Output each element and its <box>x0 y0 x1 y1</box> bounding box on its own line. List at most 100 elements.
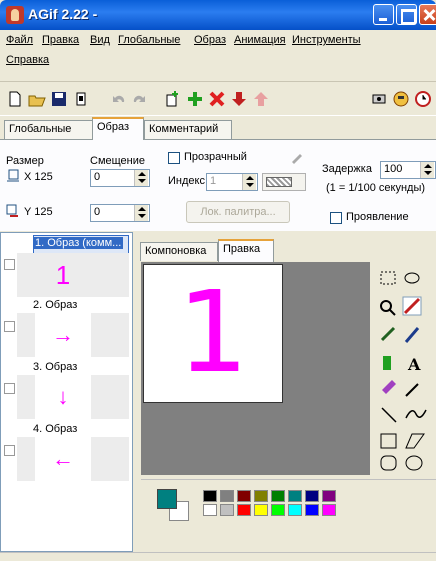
delay-value: 100 <box>384 163 403 175</box>
transparent-color-picker[interactable] <box>262 173 306 191</box>
undo-icon[interactable] <box>110 90 128 108</box>
frame-4-glyph: ← <box>35 437 91 481</box>
brush-icon <box>380 326 396 342</box>
clip-icon[interactable] <box>72 90 90 108</box>
menu-bar: Файл Правка Вид Глобальные Образ Анимаци… <box>0 30 436 82</box>
height-label: Y 125 <box>24 206 53 218</box>
frame-3-glyph: ↓ <box>35 375 91 419</box>
y-axis-label: Y <box>24 206 32 218</box>
palette-swatch[interactable] <box>254 504 268 516</box>
offset-x-input[interactable]: 0 <box>90 169 150 187</box>
menu-view[interactable]: Вид <box>90 34 110 46</box>
menu-image[interactable]: Образ <box>194 34 226 46</box>
line-icon <box>381 407 397 423</box>
x-axis-label: X <box>24 171 32 183</box>
transparent-checkbox[interactable] <box>168 152 180 164</box>
palette-swatch[interactable] <box>288 504 302 516</box>
window-title: AGif 2.22 - <box>28 6 98 22</box>
frame-2-label[interactable]: 2. Образ <box>33 299 77 311</box>
offset-x-value: 0 <box>94 171 101 183</box>
move-down-icon[interactable] <box>230 90 248 108</box>
insert-icon[interactable] <box>186 90 204 108</box>
delay-hint: (1 = 1/100 секунды) <box>326 182 426 194</box>
palette-swatch[interactable] <box>203 490 217 502</box>
drawing-canvas[interactable]: 1 <box>143 264 283 403</box>
frame-3-label[interactable]: 3. Образ <box>33 361 77 373</box>
menu-animation[interactable]: Анимация <box>234 34 286 46</box>
menu-tools[interactable]: Инструменты <box>292 34 361 46</box>
polygon-icon <box>405 433 425 449</box>
delay-spinner[interactable] <box>420 162 434 178</box>
width-value: 125 <box>34 171 53 183</box>
palette-swatch[interactable] <box>220 490 234 502</box>
app-window: AGif 2.22 - Файл Правка Вид Глобальные О… <box>0 0 436 561</box>
zoom-icon <box>380 300 392 312</box>
frame-list[interactable]: 1. Образ (комм... 1 2. Образ → 3. Образ … <box>0 232 133 552</box>
offset-y-input[interactable]: 0 <box>90 204 150 222</box>
delete-icon[interactable] <box>208 90 226 108</box>
offset-y-spinner[interactable] <box>134 205 148 221</box>
index-input[interactable]: 1 <box>206 173 258 191</box>
tab-edit[interactable]: Правка <box>218 239 274 262</box>
foreground-color[interactable] <box>157 489 177 509</box>
close-button[interactable] <box>419 4 436 25</box>
picker-icon <box>405 383 419 397</box>
palette-swatch[interactable] <box>237 490 251 502</box>
tab-image[interactable]: Образ <box>92 117 144 140</box>
frame-2-checkbox[interactable] <box>4 321 15 332</box>
palette-swatch[interactable] <box>254 490 268 502</box>
redo-icon[interactable] <box>130 90 148 108</box>
frame-3-checkbox[interactable] <box>4 383 15 394</box>
menu-file[interactable]: Файл <box>6 34 33 46</box>
palette-swatch[interactable] <box>322 490 336 502</box>
move-up-icon[interactable] <box>252 90 270 108</box>
palette-swatch[interactable] <box>305 504 319 516</box>
index-spinner[interactable] <box>242 174 256 190</box>
index-label: Индекс <box>168 175 205 187</box>
frame-1-checkbox[interactable] <box>4 259 15 270</box>
rounded-rect-icon <box>380 455 397 471</box>
fill-icon <box>383 356 391 370</box>
palette-swatch[interactable] <box>220 504 234 516</box>
preview-icon[interactable] <box>370 90 388 108</box>
maximize-button[interactable] <box>396 4 417 25</box>
color-swatch <box>266 177 292 187</box>
width-label: X 125 <box>24 171 53 183</box>
appearance-checkbox[interactable] <box>330 212 342 224</box>
frame-1-label[interactable]: 1. Образ (комм... <box>33 237 124 249</box>
minimize-button[interactable] <box>373 4 394 25</box>
hand-icon[interactable] <box>392 90 410 108</box>
delay-input[interactable]: 100 <box>380 161 436 179</box>
appearance-label: Проявление <box>346 211 409 223</box>
title-bar[interactable]: AGif 2.22 - <box>0 0 436 30</box>
offset-label: Смещение <box>90 155 146 167</box>
tab-layout[interactable]: Компоновка <box>140 242 218 261</box>
color-palette <box>141 479 436 539</box>
add-frame-icon[interactable] <box>164 90 182 108</box>
palette-swatch[interactable] <box>271 504 285 516</box>
canvas-glyph: 1 <box>177 268 249 398</box>
eyedropper-icon[interactable] <box>290 148 306 164</box>
local-palette-button[interactable]: Лок. палитра... <box>186 201 290 223</box>
drawing-tools: A <box>372 262 436 475</box>
save-icon[interactable] <box>50 90 68 108</box>
lasso-icon <box>404 272 420 284</box>
menu-help[interactable]: Справка <box>6 54 49 66</box>
tab-comment[interactable]: Комментарий <box>144 120 232 139</box>
palette-swatch[interactable] <box>271 490 285 502</box>
palette-swatch[interactable] <box>305 490 319 502</box>
menu-edit[interactable]: Правка <box>42 34 79 46</box>
delay-label: Задержка <box>322 163 372 175</box>
frame-4-checkbox[interactable] <box>4 445 15 456</box>
palette-swatch[interactable] <box>288 490 302 502</box>
offset-x-spinner[interactable] <box>134 170 148 186</box>
palette-swatch[interactable] <box>237 504 251 516</box>
palette-swatch[interactable] <box>203 504 217 516</box>
tab-global[interactable]: Глобальные <box>4 120 94 139</box>
open-icon[interactable] <box>28 90 46 108</box>
timer-icon[interactable] <box>414 90 432 108</box>
frame-4-label[interactable]: 4. Образ <box>33 423 77 435</box>
palette-swatch[interactable] <box>322 504 336 516</box>
menu-global[interactable]: Глобальные <box>118 34 180 46</box>
new-icon[interactable] <box>6 90 24 108</box>
